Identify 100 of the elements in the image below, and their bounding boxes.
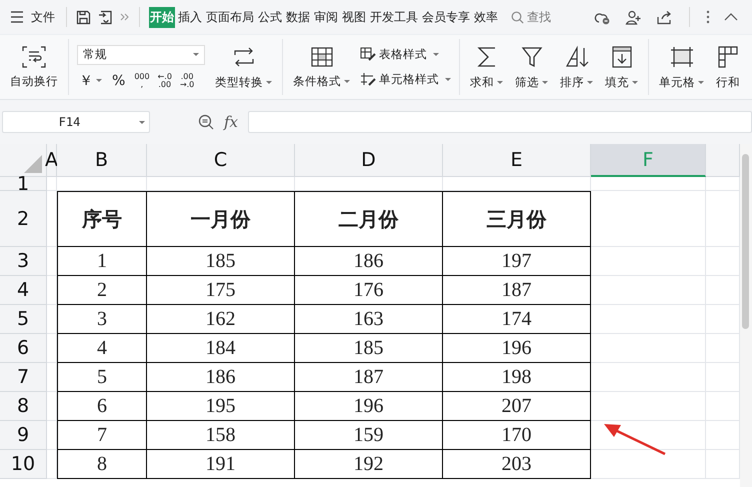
table-cell[interactable]: 191 — [147, 450, 295, 479]
table-cell[interactable] — [443, 177, 591, 191]
grid-cell[interactable] — [47, 334, 57, 363]
grid-cell[interactable] — [591, 421, 706, 450]
grid-cell[interactable] — [47, 305, 57, 334]
grid-cell[interactable] — [47, 177, 57, 191]
column-header[interactable]: A — [47, 144, 57, 177]
number-format-dropdown[interactable]: 常规 — [77, 44, 205, 64]
table-cell[interactable]: 159 — [295, 421, 443, 450]
ribbon-tab[interactable]: 审阅 — [313, 6, 339, 28]
add-user-icon[interactable] — [625, 10, 642, 24]
grid-cell[interactable] — [591, 276, 706, 305]
grid-cell[interactable] — [591, 191, 706, 247]
grid-cell[interactable] — [47, 276, 57, 305]
grid-cell[interactable] — [591, 450, 706, 479]
formula-input[interactable] — [248, 111, 752, 133]
ribbon-tab[interactable]: 公式 — [257, 6, 283, 28]
name-box[interactable]: F14 — [2, 111, 150, 133]
ribbon-button[interactable]: 行和 — [714, 42, 742, 92]
table-cell[interactable]: 163 — [295, 305, 443, 334]
decimal-format-button[interactable]: .00 →.0 — [178, 72, 196, 88]
search-field[interactable]: 查找 — [511, 10, 567, 24]
table-cell[interactable]: 186 — [295, 247, 443, 276]
table-cell[interactable]: 187 — [295, 363, 443, 392]
decimal-format-button[interactable]: 000 , — [133, 72, 151, 88]
column-header[interactable]: E — [443, 144, 591, 177]
table-cell[interactable]: 2 — [57, 276, 147, 305]
ribbon-button[interactable]: 筛选 — [513, 42, 550, 92]
table-cell[interactable]: 185 — [295, 334, 443, 363]
table-cell[interactable]: 7 — [57, 421, 147, 450]
file-menu[interactable]: 文件 — [31, 8, 55, 26]
table-cell[interactable]: 162 — [147, 305, 295, 334]
grid-cell[interactable] — [47, 363, 57, 392]
ribbon-tab[interactable]: 页面布局 — [205, 6, 255, 28]
ribbon-button[interactable]: 填充 — [603, 42, 640, 92]
grid-cell[interactable] — [47, 247, 57, 276]
grid-cell[interactable] — [591, 392, 706, 421]
percent-button[interactable]: % — [110, 72, 128, 88]
table-cell[interactable]: 158 — [147, 421, 295, 450]
decimal-format-button[interactable]: ←.0 .00 — [156, 72, 173, 88]
row-header[interactable]: 6 — [0, 334, 47, 363]
table-cell[interactable]: 184 — [147, 334, 295, 363]
row-header[interactable]: 9 — [0, 421, 47, 450]
table-cell[interactable]: 195 — [147, 392, 295, 421]
grid-cell[interactable] — [47, 392, 57, 421]
table-cell[interactable]: 一月份 — [147, 191, 295, 247]
grid-cell[interactable] — [591, 177, 706, 191]
ribbon-tab[interactable]: 插入 — [177, 6, 203, 28]
save-icon[interactable] — [76, 10, 91, 24]
ribbon-button[interactable]: 排序 — [558, 42, 595, 92]
column-header[interactable]: B — [57, 144, 147, 177]
ribbon-tab[interactable]: 开发工具 — [369, 6, 419, 28]
table-cell[interactable]: 序号 — [57, 191, 147, 247]
ribbon-tab[interactable]: 数据 — [285, 6, 311, 28]
table-cell[interactable]: 8 — [57, 450, 147, 479]
table-cell[interactable]: 4 — [57, 334, 147, 363]
ribbon-button[interactable]: 单元格 — [657, 42, 706, 92]
grid-cell[interactable] — [591, 363, 706, 392]
column-header[interactable]: D — [295, 144, 443, 177]
row-header[interactable]: 5 — [0, 305, 47, 334]
wrap-text-button[interactable]: 自动换行 — [8, 44, 60, 90]
grid-cell[interactable] — [47, 191, 57, 247]
row-header[interactable]: 3 — [0, 247, 47, 276]
row-header[interactable]: 2 — [0, 191, 47, 247]
table-cell[interactable] — [147, 177, 295, 191]
row-header[interactable]: 8 — [0, 392, 47, 421]
zoom-icon[interactable] — [198, 114, 214, 130]
grid-cell[interactable] — [591, 334, 706, 363]
table-cell[interactable] — [295, 177, 443, 191]
table-cell[interactable]: 196 — [295, 392, 443, 421]
ribbon-tab[interactable]: 会员专享 — [421, 6, 471, 28]
column-header[interactable]: C — [147, 144, 295, 177]
table-cell[interactable]: 176 — [295, 276, 443, 305]
collapse-icon[interactable] — [724, 13, 738, 21]
row-header[interactable]: 1 — [0, 177, 47, 191]
ribbon-tab[interactable]: 视图 — [341, 6, 367, 28]
grid-cell[interactable] — [47, 421, 57, 450]
share-icon[interactable] — [656, 10, 673, 24]
grid-cell[interactable] — [591, 247, 706, 276]
ribbon-button[interactable]: 条件格式 — [291, 44, 352, 90]
function-button[interactable]: fx — [224, 113, 238, 131]
table-cell[interactable]: 175 — [147, 276, 295, 305]
currency-button[interactable]: ￥ — [77, 72, 104, 90]
table-cell[interactable]: 192 — [295, 450, 443, 479]
ribbon-button[interactable]: 求和 — [468, 42, 505, 92]
column-header[interactable] — [706, 144, 740, 177]
table-cell[interactable]: 1 — [57, 247, 147, 276]
row-header[interactable]: 10 — [0, 450, 47, 479]
table-cell[interactable]: 二月份 — [295, 191, 443, 247]
row-header[interactable]: 7 — [0, 363, 47, 392]
export-icon[interactable] — [98, 10, 113, 24]
more-icon[interactable] — [706, 10, 710, 24]
table-cell[interactable]: 5 — [57, 363, 147, 392]
row-header[interactable]: 4 — [0, 276, 47, 305]
table-cell[interactable]: 3 — [57, 305, 147, 334]
scroll-thumb[interactable] — [742, 154, 749, 329]
table-cell[interactable]: 6 — [57, 392, 147, 421]
style-button[interactable]: 表格样式 — [360, 47, 451, 62]
ribbon-button[interactable]: 类型转换 — [213, 42, 274, 92]
grid-cell[interactable] — [47, 450, 57, 479]
